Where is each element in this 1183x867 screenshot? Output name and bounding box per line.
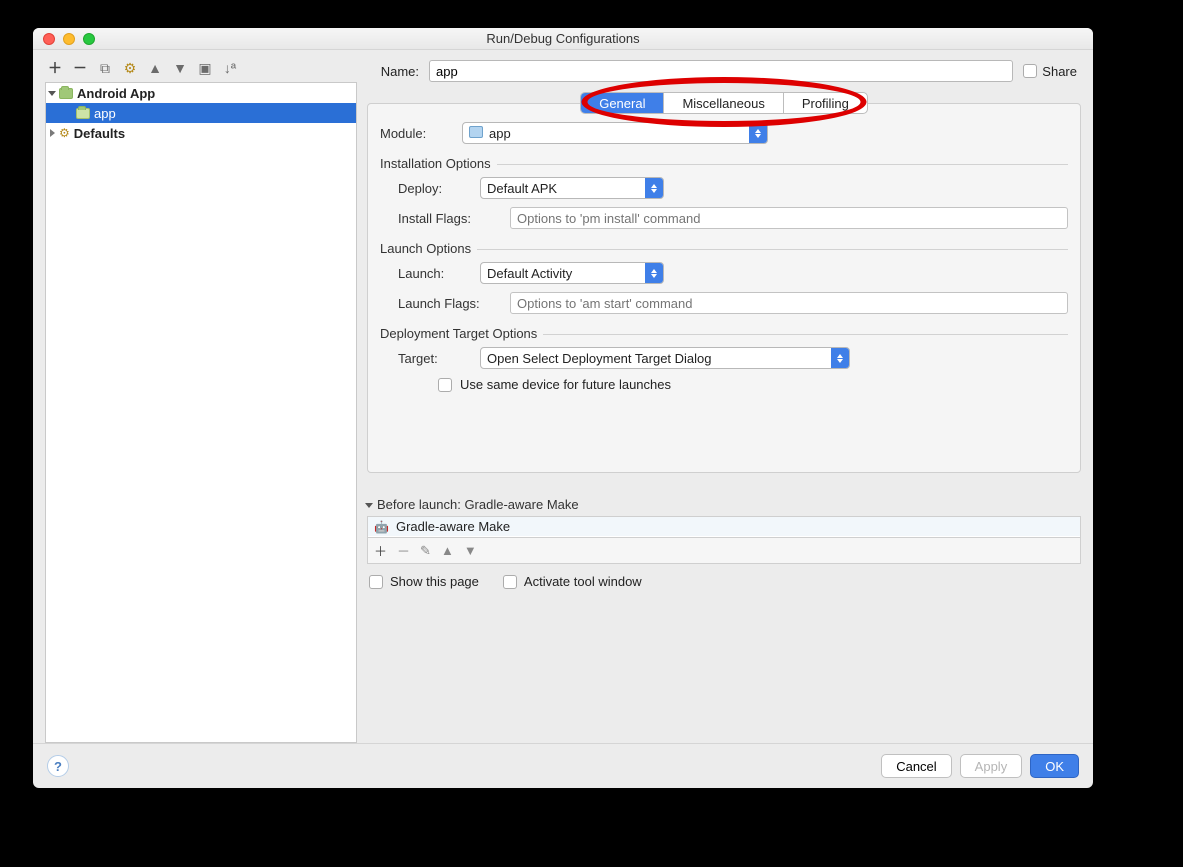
before-launch-item-label: Gradle-aware Make <box>396 519 510 534</box>
dropdown-arrows-icon <box>831 348 849 368</box>
help-button[interactable]: ? <box>47 755 69 777</box>
module-label: Module: <box>380 126 452 141</box>
sort-alpha-button[interactable]: ↓ª <box>222 60 238 76</box>
tree-node-label: Defaults <box>74 126 125 141</box>
tab-general[interactable]: General <box>581 93 664 113</box>
reuse-device-label: Use same device for future launches <box>460 377 671 392</box>
before-launch-list[interactable]: 🤖 Gradle-aware Make <box>367 516 1081 538</box>
before-launch-item[interactable]: 🤖 Gradle-aware Make <box>368 517 1080 536</box>
launch-value: Default Activity <box>487 266 572 281</box>
bl-up-button[interactable]: ▲ <box>441 543 454 558</box>
cancel-button[interactable]: Cancel <box>881 754 951 778</box>
launch-select[interactable]: Default Activity <box>480 262 664 284</box>
folder-icon <box>59 88 73 99</box>
before-launch-toolbar: ＋ － ✎ ▲ ▼ <box>367 538 1081 564</box>
deploy-label: Deploy: <box>398 181 470 196</box>
dropdown-arrows-icon <box>645 263 663 283</box>
disclosure-icon[interactable] <box>365 503 373 508</box>
window-title: Run/Debug Configurations <box>33 31 1093 46</box>
before-launch-label: Before launch: Gradle-aware Make <box>377 497 579 512</box>
config-toolbar: ＋ － ⧉ ⚙ ▲ ▼ ▣ ↓ª <box>45 60 357 82</box>
target-value: Open Select Deployment Target Dialog <box>487 351 712 366</box>
bl-down-button[interactable]: ▼ <box>464 543 477 558</box>
reuse-device-checkbox[interactable] <box>438 378 452 392</box>
config-tabs: General Miscellaneous Profiling <box>580 92 868 114</box>
disclosure-icon[interactable] <box>50 129 55 137</box>
tree-node-app[interactable]: app <box>46 103 356 123</box>
tree-node-label: app <box>94 106 116 121</box>
bl-remove-button[interactable]: － <box>397 541 410 560</box>
share-label: Share <box>1042 64 1077 79</box>
share-checkbox[interactable] <box>1023 64 1037 78</box>
disclosure-icon[interactable] <box>48 91 56 96</box>
activate-tool-window-checkbox[interactable] <box>503 575 517 589</box>
dropdown-arrows-icon <box>749 123 767 143</box>
bl-add-button[interactable]: ＋ <box>374 541 387 560</box>
show-this-page-checkbox[interactable] <box>369 575 383 589</box>
move-down-button[interactable]: ▼ <box>172 60 188 76</box>
install-flags-input[interactable] <box>510 207 1068 229</box>
deploy-select[interactable]: Default APK <box>480 177 664 199</box>
move-up-button[interactable]: ▲ <box>147 60 163 76</box>
general-panel: Module: app Installation Options Deploy:… <box>367 103 1081 473</box>
config-tree[interactable]: Android App app ⚙ Defaults <box>45 82 357 743</box>
activate-tool-window-label: Activate tool window <box>524 574 642 589</box>
deployment-target-group: Deployment Target Options <box>380 326 1068 341</box>
android-icon: 🤖 <box>374 520 389 534</box>
remove-config-button[interactable]: － <box>72 60 88 76</box>
config-name-input[interactable] <box>429 60 1013 82</box>
target-label: Target: <box>398 351 470 366</box>
apply-button[interactable]: Apply <box>960 754 1023 778</box>
name-label: Name: <box>367 64 419 79</box>
dropdown-arrows-icon <box>645 178 663 198</box>
launch-options-group: Launch Options <box>380 241 1068 256</box>
tab-miscellaneous[interactable]: Miscellaneous <box>664 93 783 113</box>
module-value: app <box>489 126 511 141</box>
ok-button[interactable]: OK <box>1030 754 1079 778</box>
show-this-page-label: Show this page <box>390 574 479 589</box>
tree-node-android-app[interactable]: Android App <box>46 83 356 103</box>
module-select[interactable]: app <box>462 122 768 144</box>
bl-edit-button[interactable]: ✎ <box>420 543 431 559</box>
before-launch-header[interactable]: Before launch: Gradle-aware Make <box>367 497 1081 512</box>
copy-config-button[interactable]: ⧉ <box>97 60 113 76</box>
edit-defaults-button[interactable]: ⚙ <box>122 60 138 76</box>
deploy-value: Default APK <box>487 181 557 196</box>
target-select[interactable]: Open Select Deployment Target Dialog <box>480 347 850 369</box>
tree-node-defaults[interactable]: ⚙ Defaults <box>46 123 356 143</box>
titlebar: Run/Debug Configurations <box>33 28 1093 50</box>
module-icon <box>469 126 483 138</box>
run-debug-config-window: Run/Debug Configurations ＋ － ⧉ ⚙ ▲ ▼ ▣ ↓… <box>33 28 1093 788</box>
add-config-button[interactable]: ＋ <box>47 60 63 76</box>
launch-flags-label: Launch Flags: <box>398 296 500 311</box>
install-flags-label: Install Flags: <box>398 211 500 226</box>
install-options-group: Installation Options <box>380 156 1068 171</box>
folder-icon <box>76 108 90 119</box>
tree-node-label: Android App <box>77 86 155 101</box>
launch-label: Launch: <box>398 266 470 281</box>
save-config-button[interactable]: ▣ <box>197 60 213 76</box>
launch-flags-input[interactable] <box>510 292 1068 314</box>
wrench-icon: ⚙ <box>59 126 70 140</box>
tab-profiling[interactable]: Profiling <box>784 93 867 113</box>
